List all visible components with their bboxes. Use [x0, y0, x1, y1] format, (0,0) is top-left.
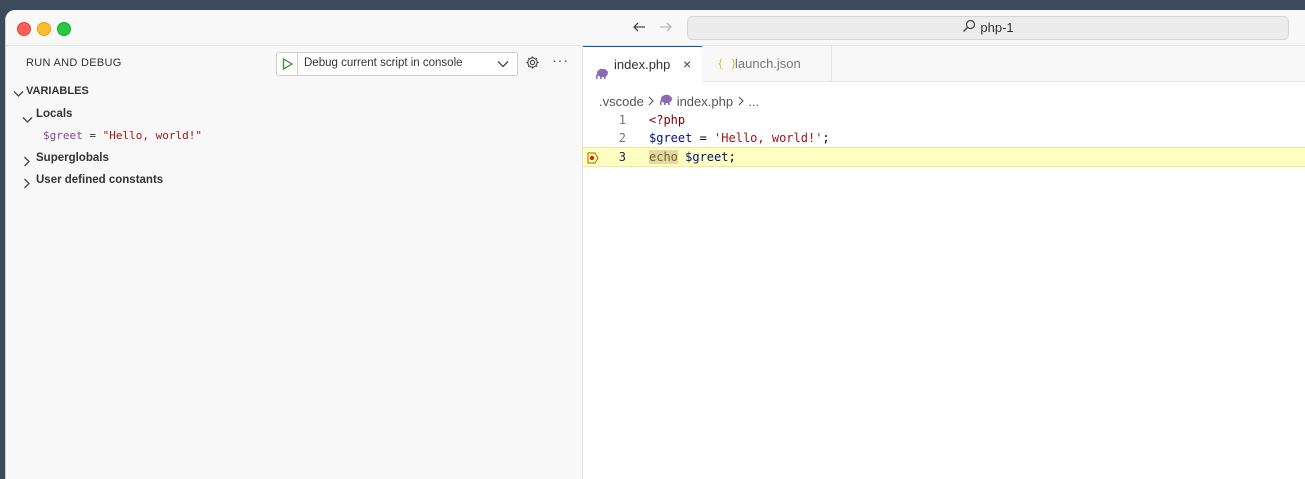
variables-section-header[interactable]: VARIABLES [6, 82, 582, 102]
sidebar-title: RUN AND DEBUG [26, 57, 122, 69]
code-semicolon: ; [728, 150, 736, 164]
code-string: 'Hello, world!' [714, 131, 823, 145]
line-number: 2 [618, 131, 626, 145]
line-number: 1 [618, 113, 626, 127]
variable-value: "Hello, world!" [102, 129, 202, 142]
breadcrumb-file[interactable]: index.php [677, 94, 733, 109]
superglobals-label: Superglobals [36, 152, 109, 164]
breadcrumb-folder[interactable]: .vscode [599, 94, 644, 109]
code-keyword: echo [649, 150, 678, 164]
tab-launch-json[interactable]: { } launch.json [703, 46, 832, 81]
search-icon [962, 18, 976, 40]
forward-arrow-icon[interactable] [658, 19, 674, 38]
code-variable: $greet [677, 150, 729, 164]
search-text: php-1 [980, 20, 1014, 35]
tree-item-constants[interactable]: User defined constants [6, 170, 582, 190]
tree-item-locals[interactable]: Locals [6, 104, 582, 124]
code-text: $greet = 'Hello, world!'; [649, 129, 830, 147]
tab-index-php[interactable]: index.php × [583, 46, 702, 82]
window-minimize-button[interactable] [37, 22, 51, 36]
line-number: 3 [618, 150, 626, 164]
title-bar: php-1 [6, 10, 1305, 46]
variables-header-label: VARIABLES [26, 85, 89, 97]
tab-label: index.php [614, 57, 671, 72]
chevron-right-icon [23, 176, 31, 196]
tab-label: launch.json [735, 56, 801, 71]
constants-label: User defined constants [36, 174, 164, 186]
back-arrow-icon[interactable] [631, 19, 647, 38]
debug-config-label: Debug current script in console [304, 57, 463, 69]
window-close-button[interactable] [17, 22, 31, 36]
code-line-2[interactable]: 2 $greet = 'Hello, world!'; [583, 129, 1305, 147]
vscode-window: php-1 RUN AND DEBUG Debug current script… [5, 10, 1305, 479]
close-icon[interactable]: × [683, 47, 691, 82]
code-variable: $greet [649, 131, 693, 145]
code-operator: = [692, 131, 715, 145]
chevron-right-icon [647, 94, 655, 109]
chevron-down-icon [22, 111, 33, 131]
debug-config-select[interactable]: Debug current script in console [276, 52, 518, 76]
gear-icon[interactable] [525, 55, 540, 75]
breadcrumb-ellipsis[interactable]: ... [748, 94, 759, 109]
variable-equals: = [82, 129, 103, 142]
more-actions-icon[interactable]: ··· [552, 52, 569, 68]
code-text: <?php [649, 113, 686, 127]
command-center-search[interactable]: php-1 [687, 16, 1289, 40]
start-debugging-button[interactable] [277, 53, 298, 75]
json-braces-icon: { } [717, 57, 737, 70]
editor-tab-bar: index.php × { } launch.json [583, 46, 1305, 82]
chevron-down-icon [13, 89, 24, 101]
editor-area: index.php × { } launch.json .vscode inde… [583, 46, 1305, 479]
php-elephant-icon [659, 94, 673, 109]
chevron-down-icon [497, 59, 509, 72]
window-maximize-button[interactable] [57, 22, 71, 36]
php-elephant-icon [595, 58, 609, 93]
code-line-3-current[interactable]: 3 echo $greet; [583, 147, 1305, 167]
variable-row-greet[interactable]: $greet = "Hello, world!" [43, 126, 202, 146]
tree-item-superglobals[interactable]: Superglobals [6, 148, 582, 168]
code-line-1[interactable]: 1 <?php [583, 111, 1305, 129]
chevron-right-icon [737, 94, 745, 109]
code-semicolon: ; [822, 131, 830, 145]
breadcrumb: .vscode index.php ... [599, 93, 759, 109]
variable-name: $greet [43, 129, 83, 142]
run-and-debug-sidebar: RUN AND DEBUG Debug current script in co… [6, 46, 583, 479]
code-text: echo $greet; [649, 148, 736, 166]
play-icon [282, 58, 293, 70]
locals-label: Locals [36, 108, 73, 120]
